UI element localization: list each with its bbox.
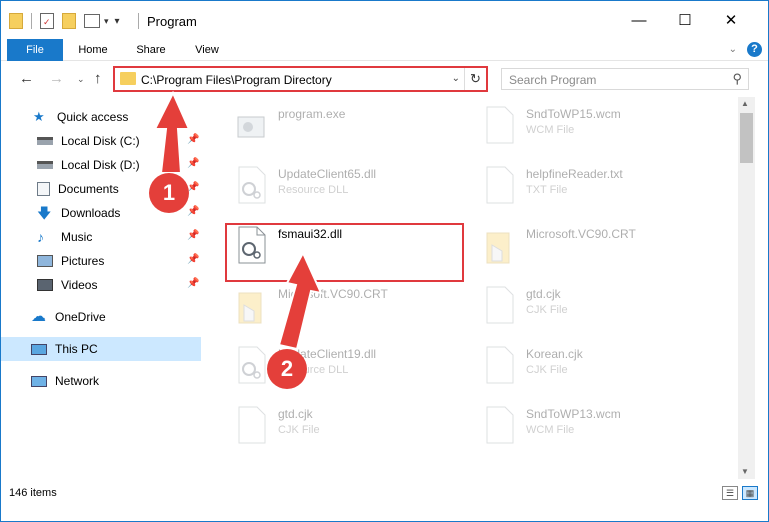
pin-icon[interactable]: 📌 [187, 254, 199, 265]
tab-view[interactable]: View [185, 39, 229, 61]
file-icon [486, 406, 514, 444]
item-count: 146 items [9, 487, 57, 499]
close-button[interactable]: ✕ [708, 1, 754, 39]
title-bar: ✓ ▾ ▾ Program — ☐ ✕ [1, 1, 768, 39]
documents-icon [37, 182, 50, 196]
sidebar-item-network[interactable]: Network [1, 369, 201, 393]
folder-icon [120, 72, 136, 85]
explorer-window: ✓ ▾ ▾ Program — ☐ ✕ File Home Share View… [0, 0, 769, 522]
file-icon [238, 406, 266, 444]
pin-icon[interactable]: 📌 [187, 134, 199, 145]
file-item[interactable]: gtd.cjk CJK File [478, 281, 718, 335]
dropdown-arrow-icon[interactable]: ▾ [104, 16, 109, 27]
computer-icon [31, 343, 47, 355]
music-icon: ♪ [37, 229, 44, 245]
tab-share[interactable]: Share [129, 39, 173, 61]
sidebar-item-this-pc[interactable]: This PC [1, 337, 201, 361]
back-arrow-icon[interactable]: ← [19, 70, 34, 87]
view-switcher: ☰ ▦ [722, 486, 758, 500]
file-icon [486, 346, 514, 384]
tab-home[interactable]: Home [71, 39, 115, 61]
file-icon [486, 106, 514, 144]
customize-toolbar-icon[interactable]: ▾ [115, 16, 120, 27]
pin-icon[interactable]: 📌 [187, 278, 199, 289]
folder-icon [486, 232, 510, 264]
sidebar-item-onedrive[interactable]: ☁ OneDrive [1, 305, 201, 329]
file-item[interactable]: helpfineReader.txt TXT File [478, 161, 718, 215]
details-view-icon[interactable]: ☰ [722, 486, 738, 500]
scroll-down-icon[interactable]: ▼ [741, 467, 749, 476]
navigation-pane: ★ Quick access Local Disk (C:) 📌 Local D… [1, 97, 201, 479]
up-arrow-icon[interactable]: ↑ [94, 70, 102, 87]
forward-arrow-icon[interactable]: → [49, 70, 64, 87]
separator [31, 13, 32, 29]
sidebar-item-local-disk-c[interactable]: Local Disk (C:) 📌 [1, 129, 201, 153]
scroll-up-icon[interactable]: ▲ [741, 99, 749, 108]
address-bar[interactable]: C:\Program Files\Program Directory ⌄ ↻ [113, 66, 488, 92]
cloud-icon: ☁ [31, 308, 46, 325]
step-1-badge: 1 [149, 173, 189, 213]
file-item[interactable]: program.exe [230, 101, 470, 155]
maximize-button[interactable]: ☐ [662, 1, 708, 39]
pin-icon[interactable]: 📌 [187, 206, 199, 217]
tab-file[interactable]: File [7, 39, 63, 61]
sidebar-item-quick-access[interactable]: ★ Quick access [1, 105, 201, 129]
pictures-icon [37, 255, 53, 267]
search-icon[interactable]: ⚲ [732, 71, 742, 87]
folder-item[interactable]: Microsoft.VC90.CRT [230, 281, 470, 335]
dll-gear-icon [238, 166, 266, 204]
ribbon-controls: ⌄ ? [729, 42, 762, 57]
pin-icon[interactable]: 📌 [187, 158, 199, 169]
file-icon [486, 166, 514, 204]
scroll-thumb[interactable] [740, 113, 753, 163]
search-placeholder[interactable]: Search Program [509, 73, 596, 87]
file-item[interactable]: UpdateClient65.dll Resource DLL [230, 161, 470, 215]
file-item[interactable]: SndToWP13.wcm WCM File [478, 401, 718, 455]
help-icon[interactable]: ? [747, 42, 762, 57]
file-item[interactable]: SndToWP15.wcm WCM File [478, 101, 718, 155]
file-highlight-box [225, 223, 464, 282]
address-dropdown-icon[interactable]: ⌄ [452, 73, 460, 84]
ribbon-tabs: File Home Share View ⌄ ? [1, 39, 768, 61]
search-box[interactable]: Search Program ⚲ [501, 68, 749, 90]
large-icons-view-icon[interactable]: ▦ [742, 486, 758, 500]
status-bar: 146 items ☰ ▦ [1, 481, 768, 505]
recent-locations-icon[interactable]: ⌄ [77, 74, 85, 85]
sidebar-item-pictures[interactable]: Pictures 📌 [1, 249, 201, 273]
properties-icon[interactable]: ✓ [40, 13, 54, 29]
network-icon [31, 375, 47, 387]
folder-icon [9, 13, 23, 29]
folder-icon [238, 292, 262, 324]
drive-icon [37, 161, 53, 169]
file-icon [486, 286, 514, 324]
folder-item[interactable]: Microsoft.VC90.CRT [478, 221, 718, 275]
minimize-button[interactable]: — [616, 1, 662, 39]
file-item[interactable]: Korean.cjk CJK File [478, 341, 718, 395]
drive-icon [37, 137, 53, 145]
step-2-badge: 2 [267, 349, 307, 389]
address-path[interactable]: C:\Program Files\Program Directory [141, 73, 332, 87]
quick-access-toolbar: ✓ ▾ ▾ [9, 10, 120, 32]
refresh-icon[interactable]: ↻ [464, 68, 486, 90]
download-icon: 🡇 [37, 205, 52, 221]
navigation-bar: ← → ⌄ ↑ C:\Program Files\Program Directo… [1, 62, 768, 96]
dll-gear-icon [238, 346, 266, 384]
star-icon: ★ [33, 109, 45, 124]
window-title: Program [147, 14, 197, 29]
pin-icon[interactable]: 📌 [187, 230, 199, 241]
title-separator [138, 13, 139, 29]
sidebar-item-videos[interactable]: Videos 📌 [1, 273, 201, 297]
videos-icon [37, 279, 53, 291]
sidebar-item-music[interactable]: ♪ Music 📌 [1, 225, 201, 249]
view-options-icon[interactable] [84, 14, 100, 28]
file-item[interactable]: UpdateClient19.dll Resource DLL [230, 341, 470, 395]
expand-ribbon-icon[interactable]: ⌄ [729, 44, 737, 55]
exe-icon [237, 116, 265, 138]
file-list: program.exe SndToWP15.wcm WCM File Updat… [202, 97, 738, 479]
new-folder-icon[interactable] [62, 13, 76, 29]
vertical-scrollbar[interactable]: ▲ ▼ [738, 97, 755, 479]
file-item[interactable]: gtd.cjk CJK File [230, 401, 470, 455]
